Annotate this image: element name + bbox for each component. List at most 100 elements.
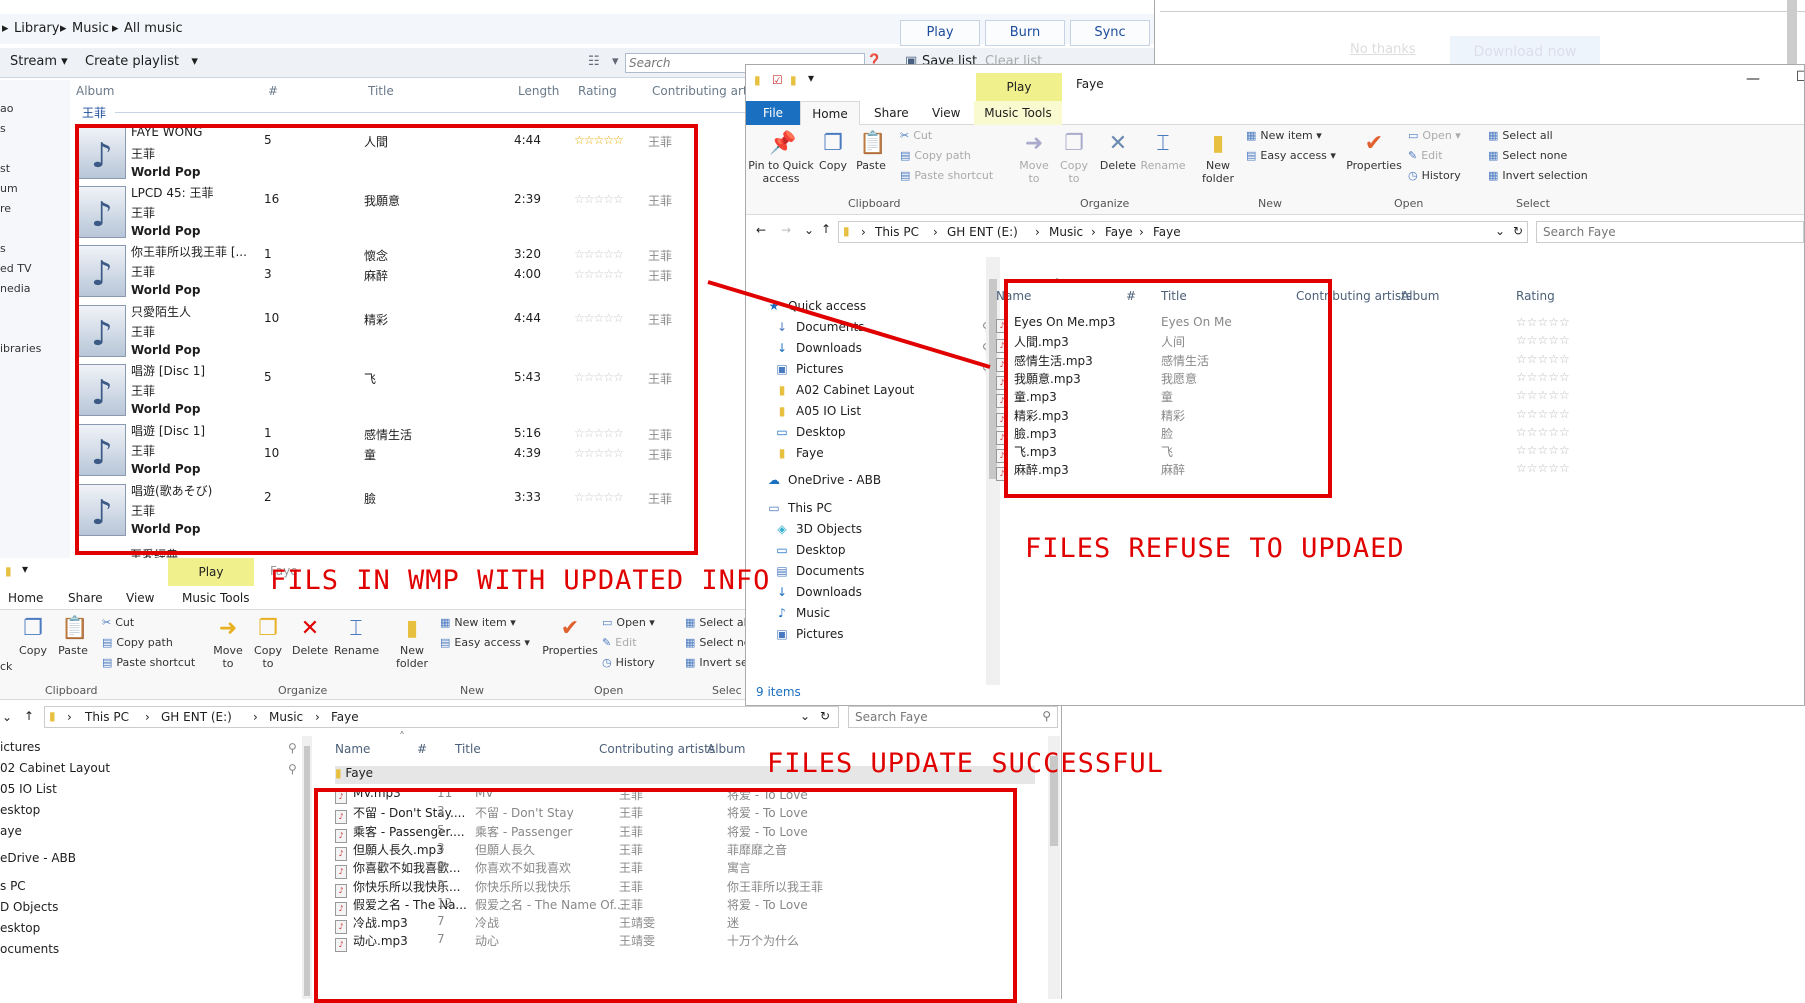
chevron-down-icon[interactable]: ⌄ bbox=[2, 710, 12, 724]
rating-stars[interactable]: ☆☆☆☆☆ bbox=[1516, 461, 1570, 475]
rating-stars[interactable]: ☆☆☆☆☆ bbox=[1516, 407, 1570, 421]
stream-menu[interactable]: Stream ▾ bbox=[10, 54, 68, 69]
rating-stars[interactable]: ☆☆☆☆☆ bbox=[1516, 388, 1570, 402]
ex2-search-input[interactable]: Search Faye ⚲ bbox=[848, 706, 1058, 728]
pin-quick-access-button[interactable]: 📌 Pin to Quick access bbox=[748, 131, 814, 185]
nav-item[interactable]: ▭ This PC bbox=[766, 501, 832, 515]
chevron-down-icon[interactable]: ▾ bbox=[22, 562, 28, 576]
chevron-down-icon[interactable]: ▾ bbox=[808, 71, 814, 85]
nav-item[interactable]: ictures bbox=[0, 740, 41, 754]
col-rating[interactable]: Rating bbox=[578, 84, 617, 98]
nav-item[interactable]: ed TV bbox=[0, 262, 32, 275]
breadcrumb-music[interactable]: Music bbox=[72, 21, 109, 36]
copy-to-button[interactable]: ❐ Copy to bbox=[250, 616, 286, 670]
nav-item[interactable]: ocuments bbox=[0, 942, 59, 956]
nav-item[interactable]: ↓Documents⚲ bbox=[774, 320, 991, 334]
nav-item[interactable]: D Objects bbox=[0, 900, 58, 914]
nav-item[interactable]: aye bbox=[0, 824, 22, 838]
create-playlist-menu[interactable]: Create playlist ▾ bbox=[85, 54, 198, 69]
path-music[interactable]: Music bbox=[269, 710, 303, 724]
ex2-nav-scrollbar[interactable] bbox=[302, 736, 312, 999]
delete-button[interactable]: ✕ Delete bbox=[292, 616, 328, 657]
pin-icon[interactable]: ⚲ bbox=[288, 762, 297, 776]
paste-shortcut-button[interactable]: ▤ Paste shortcut bbox=[900, 169, 993, 182]
col-title[interactable]: Title bbox=[368, 84, 394, 98]
nav-item[interactable]: esktop bbox=[0, 921, 40, 935]
nav-item[interactable]: ▭ Desktop bbox=[774, 543, 845, 557]
paste-shortcut-button[interactable]: ▤ Paste shortcut bbox=[102, 656, 195, 669]
new-item-button[interactable]: ▦ New item ▾ bbox=[440, 616, 516, 629]
nav-item[interactable]: eDrive - ABB bbox=[0, 851, 76, 865]
nav-item[interactable]: 05 IO List bbox=[0, 782, 57, 796]
no-thanks-link[interactable]: No thanks bbox=[1350, 42, 1416, 57]
rename-button[interactable]: ⌶ Rename bbox=[334, 616, 379, 657]
column-header-number[interactable]: # bbox=[417, 742, 427, 756]
new-item-button[interactable]: ▦ New item ▾ bbox=[1246, 129, 1322, 142]
select-none-button[interactable]: ▦ Select none bbox=[1488, 149, 1567, 162]
copy-button[interactable]: ❐ Copy bbox=[18, 616, 48, 657]
column-header-album[interactable]: Album bbox=[707, 742, 745, 756]
nav-item[interactable]: um bbox=[0, 182, 18, 195]
new-folder-button[interactable]: ▮ New folder bbox=[1198, 131, 1238, 185]
nav-item[interactable]: ▤ Documents bbox=[774, 564, 864, 578]
nav-item[interactable]: ibraries bbox=[0, 342, 41, 355]
column-header-rating[interactable]: Rating bbox=[1516, 289, 1555, 303]
nav-item[interactable]: ☁ OneDrive - ABB bbox=[766, 473, 881, 487]
nav-item[interactable]: ↓Downloads⚲ bbox=[774, 341, 991, 355]
column-header-contributing-artists[interactable]: Contributing artists bbox=[599, 742, 715, 756]
ex1-search-input[interactable]: Search Faye bbox=[1536, 221, 1804, 243]
chevron-down-icon[interactable]: ⌄ bbox=[800, 709, 810, 723]
history-button[interactable]: ◷ History bbox=[1408, 169, 1461, 182]
invert-selection-button[interactable]: ▦ Invert selection bbox=[1488, 169, 1588, 182]
easy-access-button[interactable]: ▤ Easy access ▾ bbox=[440, 636, 530, 649]
select-all-button[interactable]: ▦ Select all bbox=[1488, 129, 1553, 142]
col-contributing-artists[interactable]: Contributing artis bbox=[652, 84, 757, 98]
nav-item[interactable]: ▣Pictures⚲ bbox=[774, 362, 990, 376]
rating-stars[interactable]: ☆☆☆☆☆ bbox=[1516, 370, 1570, 384]
nav-item[interactable]: ★ Quick access bbox=[766, 299, 867, 313]
copy-path-button[interactable]: ▤ Copy path bbox=[900, 149, 971, 162]
nav-item[interactable]: s bbox=[0, 122, 6, 135]
minimize-icon[interactable]: — bbox=[1746, 71, 1760, 87]
rating-stars[interactable]: ☆☆☆☆☆ bbox=[1516, 425, 1570, 439]
column-header-name[interactable]: Name bbox=[335, 742, 370, 756]
col-album[interactable]: Album bbox=[76, 84, 114, 98]
nav-item[interactable]: ↓ Downloads bbox=[774, 585, 862, 599]
path-faye-2[interactable]: Faye bbox=[1153, 225, 1181, 239]
breadcrumb-all-music[interactable]: All music bbox=[124, 21, 183, 36]
path-this-pc[interactable]: This PC bbox=[875, 225, 919, 239]
refresh-icon[interactable]: ↻ bbox=[820, 709, 830, 723]
copy-path-button[interactable]: ▤ Copy path bbox=[102, 636, 173, 649]
col-number[interactable]: # bbox=[268, 84, 278, 98]
chevron-down-icon[interactable]: ⌄ bbox=[1495, 224, 1505, 238]
edit-button[interactable]: ✎ Edit bbox=[1408, 149, 1443, 162]
rating-stars[interactable]: ☆☆☆☆☆ bbox=[1516, 315, 1570, 329]
tab-burn[interactable]: Burn bbox=[985, 20, 1065, 46]
nav-item[interactable]: esktop bbox=[0, 803, 40, 817]
chevron-down-icon[interactable]: ▾ bbox=[612, 54, 619, 69]
nav-item[interactable]: ♪ Music bbox=[774, 606, 830, 620]
open-button[interactable]: ▭ Open ▾ bbox=[602, 616, 655, 629]
background-scrollbar[interactable] bbox=[1787, 0, 1797, 70]
path-drive[interactable]: GH ENT (E:) bbox=[161, 710, 232, 724]
tab-sync[interactable]: Sync bbox=[1070, 20, 1150, 46]
path-faye[interactable]: Faye bbox=[331, 710, 359, 724]
nav-item[interactable]: ▮ Faye bbox=[774, 446, 824, 460]
column-header-album[interactable]: Album bbox=[1401, 289, 1439, 303]
nav-item[interactable]: s bbox=[0, 242, 6, 255]
tab-share[interactable]: Share bbox=[68, 586, 103, 610]
ex1-path-box[interactable]: ▮ › This PC › GH ENT (E:) › Music › Faye… bbox=[838, 221, 1528, 243]
back-arrow-icon[interactable]: ← bbox=[756, 223, 766, 237]
tab-home[interactable]: Home bbox=[8, 586, 43, 610]
ex2-path-box[interactable]: ▮ › This PC › GH ENT (E:) › Music › Faye… bbox=[44, 706, 839, 728]
tab-play[interactable]: Play bbox=[900, 20, 980, 46]
select-all-button[interactable]: ▦ Select all bbox=[685, 616, 750, 629]
open-button[interactable]: ▭ Open ▾ bbox=[1408, 129, 1461, 142]
nav-item[interactable]: ▣ Pictures bbox=[774, 627, 843, 641]
nav-item[interactable]: ▮ A02 Cabinet Layout bbox=[774, 383, 915, 397]
paste-button[interactable]: 📋 Paste bbox=[58, 616, 88, 657]
nav-item[interactable]: 02 Cabinet Layout bbox=[0, 761, 110, 775]
path-drive[interactable]: GH ENT (E:) bbox=[947, 225, 1018, 239]
path-this-pc[interactable]: This PC bbox=[85, 710, 129, 724]
chevron-down-icon[interactable]: ⌄ bbox=[804, 223, 814, 237]
